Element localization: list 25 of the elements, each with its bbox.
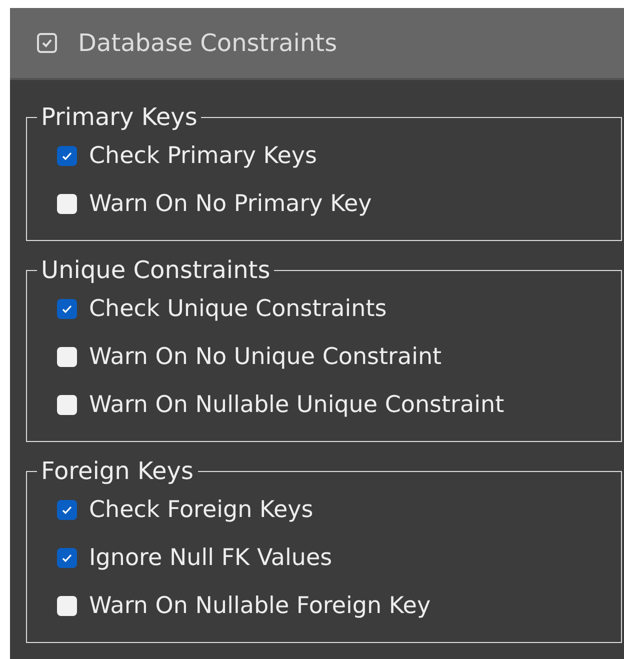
checkbox-label[interactable]: Warn On Nullable Foreign Key <box>89 593 431 619</box>
checkbox[interactable] <box>57 395 77 415</box>
group-title: Unique Constraints <box>40 257 272 283</box>
checkbox-label[interactable]: Ignore Null FK Values <box>89 545 332 571</box>
checkmark-icon <box>61 504 73 516</box>
checkbox[interactable] <box>57 146 77 166</box>
checkbox-label[interactable]: Warn On No Primary Key <box>89 191 372 217</box>
checkbox-label[interactable]: Warn On Nullable Unique Constraint <box>89 392 504 418</box>
checkmark-icon <box>61 150 73 162</box>
checkbox[interactable] <box>57 548 77 568</box>
checkbox[interactable] <box>57 596 77 616</box>
checkbox-label[interactable]: Warn On No Unique Constraint <box>89 344 442 370</box>
group-title: Foreign Keys <box>40 458 194 484</box>
checkbox-label[interactable]: Check Unique Constraints <box>89 296 387 322</box>
checkbox[interactable] <box>57 347 77 367</box>
checkbox[interactable] <box>57 299 77 319</box>
checkbox-label[interactable]: Check Primary Keys <box>89 143 317 169</box>
checkbox[interactable] <box>57 500 77 520</box>
checkbox-icon <box>36 32 58 54</box>
checkmark-icon <box>61 303 73 315</box>
group-title: Primary Keys <box>40 104 198 130</box>
panel-title: Database Constraints <box>78 29 338 57</box>
checkbox[interactable] <box>57 194 77 214</box>
checkbox-label[interactable]: Check Foreign Keys <box>89 497 314 523</box>
checkmark-icon <box>61 552 73 564</box>
